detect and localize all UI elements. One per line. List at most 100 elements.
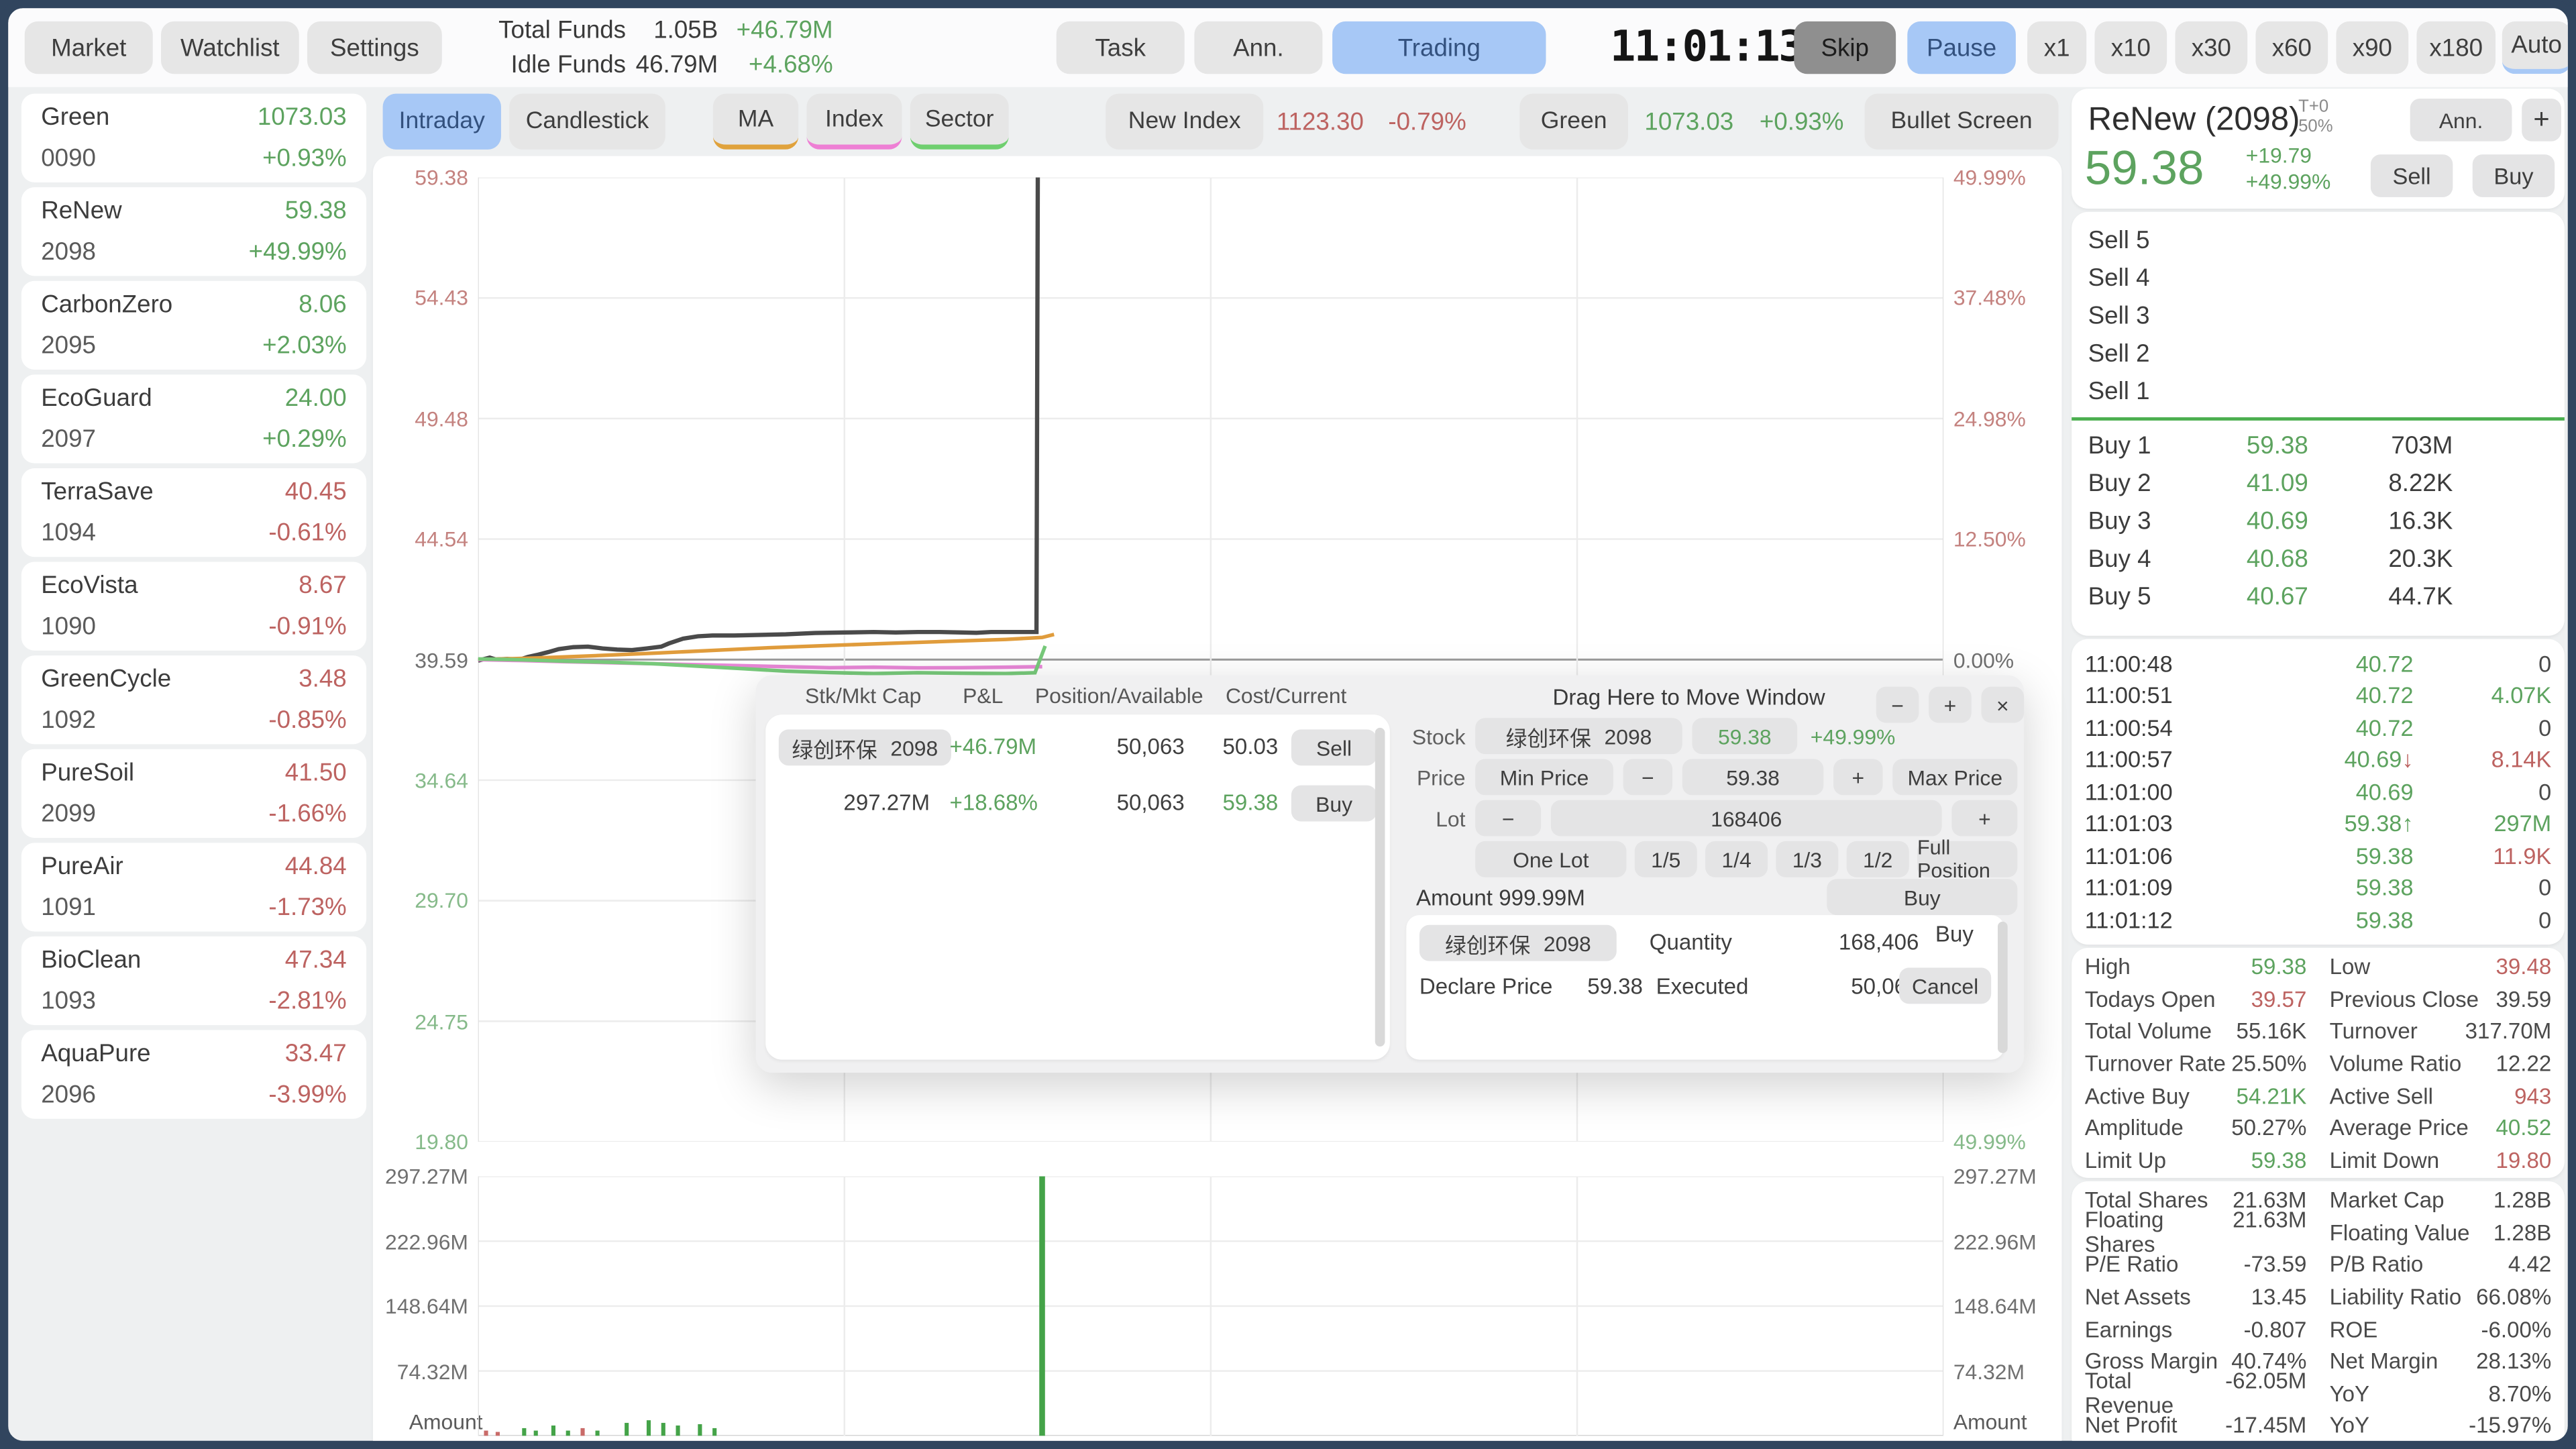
- new-index-button[interactable]: New Index: [1106, 94, 1263, 150]
- watchlist-item-code: 1091: [41, 894, 96, 922]
- market-button[interactable]: Market: [25, 21, 153, 74]
- sell-level-4[interactable]: Sell 4: [2072, 260, 2565, 297]
- lot-input[interactable]: 168406: [1551, 800, 1942, 837]
- watchlist-item-aquapure[interactable]: AquaPure33.472096-3.99%: [21, 1030, 366, 1119]
- bullet-screen-button[interactable]: Bullet Screen: [1865, 94, 2059, 150]
- form-stock-price: 59.38: [1692, 718, 1797, 754]
- buy-level-1[interactable]: Buy 159.38703M: [2072, 427, 2565, 465]
- auto-speed-button[interactable]: Auto: [2502, 21, 2571, 74]
- order-stock-code: 2098: [1544, 930, 1591, 955]
- stat-row: Total Volume55.16KTurnover317.70M: [2072, 1016, 2565, 1048]
- buy-level-3[interactable]: Buy 340.6916.3K: [2072, 502, 2565, 540]
- tab-intraday[interactable]: Intraday: [383, 94, 501, 150]
- watchlist-item-pureair[interactable]: PureAir44.841091-1.73%: [21, 843, 366, 931]
- tab-ma[interactable]: MA: [713, 94, 798, 150]
- watchlist-item-name: PureSoil: [41, 759, 134, 787]
- panel-sell-button[interactable]: Sell: [2371, 154, 2453, 197]
- speed-x10-button[interactable]: x10: [2094, 21, 2167, 74]
- position-stock-chip[interactable]: 绿创环保 2098: [779, 729, 951, 765]
- max-price-button[interactable]: Max Price: [1892, 759, 2017, 795]
- volume-bar: [712, 1428, 716, 1436]
- watchlist-item-ecovista[interactable]: EcoVista8.671090-0.91%: [21, 562, 366, 651]
- buy-level-4[interactable]: Buy 440.6820.3K: [2072, 541, 2565, 578]
- stat-label: Turnover Rate: [2085, 1052, 2231, 1077]
- price-axis-label: 34.64: [415, 768, 468, 793]
- watchlist-item-puresoil[interactable]: PureSoil41.502099-1.66%: [21, 749, 366, 838]
- watchlist-item-renew[interactable]: ReNew59.382098+49.99%: [21, 187, 366, 276]
- percent-axis-label: 49.99%: [1953, 1130, 2026, 1155]
- amount-label-right: Amount: [1953, 1409, 2027, 1434]
- order-scrollbar[interactable]: [1998, 922, 2008, 1053]
- tab-sector[interactable]: Sector: [910, 94, 1009, 150]
- stat-value: 25.50%: [2231, 1052, 2306, 1077]
- order-quantity: 168,406: [1797, 930, 1919, 955]
- sell-level-5[interactable]: Sell 5: [2072, 222, 2565, 260]
- one-lot-button[interactable]: One Lot: [1475, 841, 1626, 877]
- fraction-1-3-button[interactable]: 1/3: [1776, 841, 1838, 877]
- sell-level-3[interactable]: Sell 3: [2072, 297, 2565, 335]
- full-position-button[interactable]: Full Position: [1917, 841, 2017, 877]
- positions-scrollbar[interactable]: [1375, 728, 1385, 1046]
- watchlist-item-bioclean[interactable]: BioClean47.341093-2.81%: [21, 936, 366, 1025]
- skip-button[interactable]: Skip: [1794, 21, 1896, 74]
- stock-ann-button[interactable]: Ann.: [2410, 99, 2512, 142]
- green-index-button[interactable]: Green: [1519, 94, 1628, 150]
- drag-handle[interactable]: Drag Here to Move Window: [1492, 685, 1886, 710]
- watchlist-item-greencycle[interactable]: GreenCycle3.481092-0.85%: [21, 655, 366, 744]
- add-watchlist-icon[interactable]: +: [2522, 99, 2561, 142]
- tab-index[interactable]: Index: [806, 94, 902, 150]
- lot-plus-icon[interactable]: +: [1951, 800, 2017, 837]
- stock-name: ReNew: [2088, 102, 2196, 138]
- announcements-button[interactable]: Ann.: [1194, 21, 1322, 74]
- stock-header-card: ReNew (2098) T+0 50% Ann. + 59.38 +19.79…: [2072, 89, 2565, 209]
- panel-buy-button[interactable]: Buy: [2473, 154, 2555, 197]
- speed-x180-button[interactable]: x180: [2416, 21, 2496, 74]
- stock-last-price: 59.38: [2085, 143, 2204, 197]
- speed-x30-button[interactable]: x30: [2175, 21, 2247, 74]
- maximize-icon[interactable]: +: [1929, 687, 1972, 723]
- lot-minus-icon[interactable]: −: [1475, 800, 1541, 837]
- buy-level-2[interactable]: Buy 241.098.22K: [2072, 465, 2565, 502]
- stat-label: P/B Ratio: [2330, 1252, 2508, 1277]
- tick-row: 11:00:5140.724.07K: [2072, 680, 2565, 712]
- task-button[interactable]: Task: [1057, 21, 1185, 74]
- fraction-1-4-button[interactable]: 1/4: [1705, 841, 1768, 877]
- price-input[interactable]: 59.38: [1682, 759, 1824, 795]
- watchlist-button[interactable]: Watchlist: [161, 21, 299, 74]
- min-price-button[interactable]: Min Price: [1475, 759, 1613, 795]
- stat-row: High59.38Low39.48: [2072, 951, 2565, 983]
- speed-x1-button[interactable]: x1: [2027, 21, 2086, 74]
- order-declare-price: 59.38: [1564, 974, 1643, 999]
- order-cancel-button[interactable]: Cancel: [1899, 967, 1991, 1004]
- volume-bar: [484, 1431, 488, 1436]
- tick-volume: 0: [2414, 906, 2552, 932]
- fraction-1-2-button[interactable]: 1/2: [1847, 841, 1909, 877]
- price-plus-icon[interactable]: +: [1833, 759, 1882, 795]
- trading-tab-button[interactable]: Trading: [1332, 21, 1546, 74]
- tab-candlestick[interactable]: Candlestick: [509, 94, 665, 150]
- close-icon[interactable]: ×: [1981, 687, 2024, 723]
- watchlist-item-green[interactable]: Green1073.030090+0.93%: [21, 94, 366, 182]
- trading-app-window: Market Watchlist Settings Total Funds 1.…: [0, 0, 2576, 1449]
- settings-button[interactable]: Settings: [307, 21, 442, 74]
- form-stock-chip[interactable]: 绿创环保 2098: [1475, 718, 1682, 754]
- stat-label: ROE: [2330, 1317, 2481, 1342]
- stat-value: 39.48: [2496, 955, 2551, 980]
- watchlist-item-carbonzero[interactable]: CarbonZero8.062095+2.03%: [21, 281, 366, 370]
- idle-funds-change: +4.68%: [718, 48, 833, 82]
- price-minus-icon[interactable]: −: [1623, 759, 1672, 795]
- sell-level-2[interactable]: Sell 2: [2072, 335, 2565, 373]
- watchlist-item-terrasave[interactable]: TerraSave40.451094-0.61%: [21, 468, 366, 557]
- speed-x90-button[interactable]: x90: [2336, 21, 2408, 74]
- stat-label: Floating Value: [2330, 1220, 2493, 1245]
- position-sell-button[interactable]: Sell: [1291, 729, 1377, 765]
- buy-level-5[interactable]: Buy 540.6744.7K: [2072, 578, 2565, 616]
- form-buy-button[interactable]: Buy: [1827, 879, 2017, 915]
- speed-x60-button[interactable]: x60: [2255, 21, 2328, 74]
- pause-button[interactable]: Pause: [1907, 21, 2016, 74]
- fraction-1-5-button[interactable]: 1/5: [1635, 841, 1697, 877]
- watchlist-item-ecoguard[interactable]: EcoGuard24.002097+0.29%: [21, 374, 366, 463]
- position-buy-button[interactable]: Buy: [1291, 786, 1377, 822]
- minimize-icon[interactable]: −: [1876, 687, 1919, 723]
- sell-level-1[interactable]: Sell 1: [2072, 373, 2565, 411]
